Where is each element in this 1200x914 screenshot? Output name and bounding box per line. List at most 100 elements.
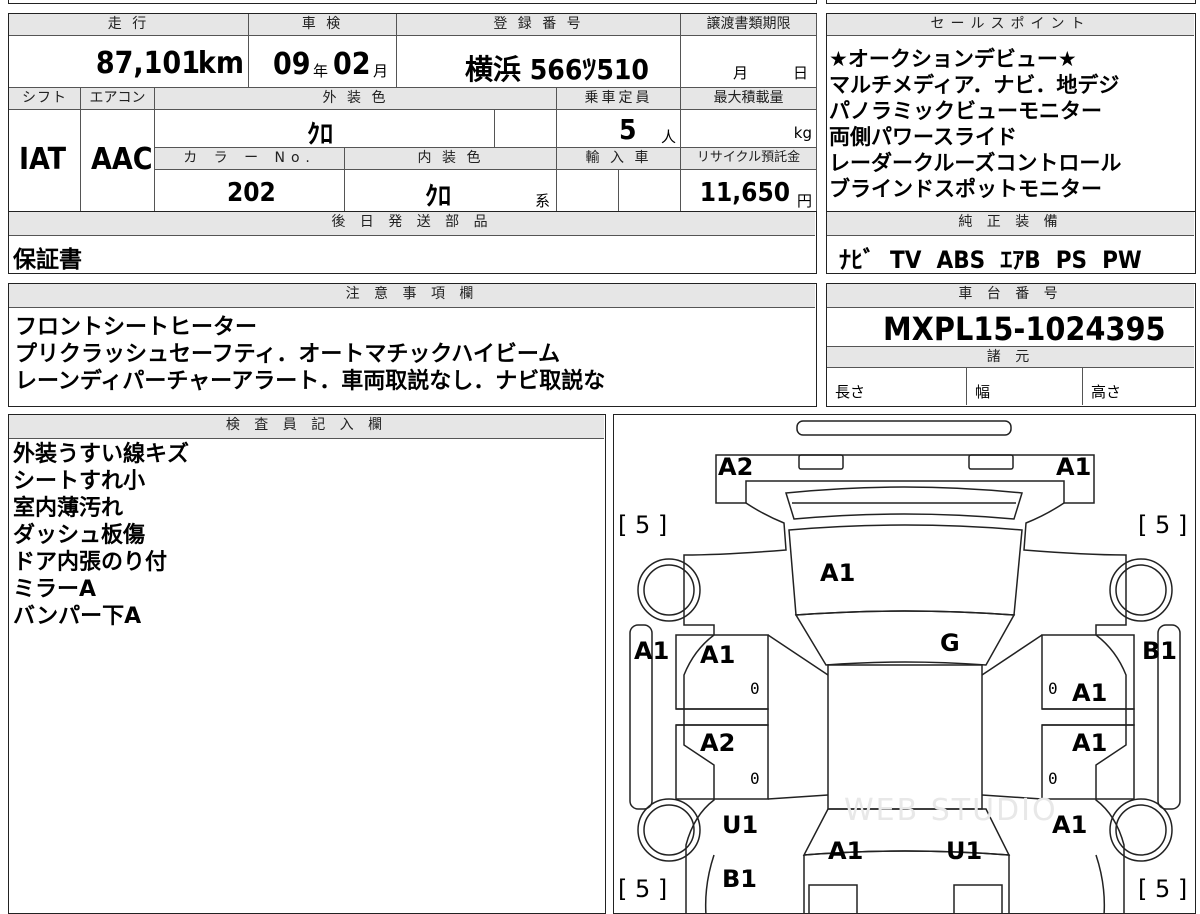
notes-line: プリクラッシュセーフティ．オートマチックハイビーム	[15, 342, 561, 367]
width-cell: 幅	[967, 368, 1083, 405]
capacity-header: 乗車定員	[557, 88, 681, 110]
genuine-equipment-value: ﾅﾋﾞ TV ABS ｴｱB PS PW	[839, 246, 1142, 274]
shift-cell: IAT	[9, 110, 81, 212]
mark-front-right-corner: A1	[1056, 453, 1092, 481]
aircon-cell: AAC	[81, 110, 155, 212]
reg-header: 登 録 番 号	[397, 14, 681, 36]
inspector-line: バンパー下A	[13, 604, 142, 629]
inspector-header: 検 査 員 記 入 欄	[9, 415, 604, 439]
chassis-value: MXPL15-1024395	[883, 310, 1166, 348]
exterior-extra-cell	[495, 110, 557, 148]
sales-point-item: 両側パワースライド	[829, 125, 1017, 149]
transfer-month-unit: 月	[733, 64, 749, 82]
import-cell-b	[619, 170, 681, 212]
exterior-cell: ｸﾛ	[155, 110, 495, 150]
inspection-year: 09	[273, 47, 311, 82]
notes-panel: 注 意 事 項 欄 フロントシートヒーター プリクラッシュセーフティ．オートマチ…	[8, 283, 817, 407]
notes-header: 注 意 事 項 欄	[9, 284, 815, 308]
color-no-cell: 202	[155, 170, 345, 212]
tire-front-right: [ 5 ]	[1138, 511, 1188, 539]
transfer-cell: 月 日	[681, 36, 817, 88]
tire-rear-right: [ 5 ]	[1138, 875, 1188, 903]
capacity-value: 5	[619, 113, 637, 146]
mark-right-front-door: A1	[1072, 679, 1108, 707]
mileage-cell: 87,101 km	[9, 36, 249, 88]
sales-point-item: マルチメディア．ナビ．地デジ	[829, 73, 1120, 97]
mark-rear-left: A1	[828, 837, 864, 865]
reg-cell: 横浜 566ﾂ510	[397, 36, 681, 88]
mileage-unit: km	[197, 46, 244, 81]
reg-number: 横浜 566ﾂ510	[465, 53, 649, 86]
shift-value: IAT	[19, 142, 67, 177]
notes-line: レーンディパーチャーアラート．車両取説なし．ナビ取説な	[15, 369, 606, 394]
inspection-cell: 09 年 02 月	[249, 36, 397, 88]
sales-point-item: ブラインドスポットモニター	[829, 177, 1102, 201]
capacity-cell: 5 人	[557, 110, 681, 148]
color-no-header: カ ラ ー No.	[155, 148, 345, 170]
mileage-value: 87,101	[95, 46, 200, 81]
height-label: 高さ	[1091, 383, 1122, 401]
top-partial-strip	[8, 0, 817, 4]
inspection-month: 02	[333, 47, 371, 82]
mark-left-front-door: A1	[700, 641, 736, 669]
notes-list: フロントシートヒーター プリクラッシュセーフティ．オートマチックハイビーム レー…	[15, 314, 605, 395]
mark-right-rear-door: A1	[1072, 729, 1108, 757]
later-parts-value: 保証書	[13, 247, 82, 273]
aircon-header: エアコン	[81, 88, 155, 110]
genuine-equipment-panel: 純 正 装 備 ﾅﾋﾞ TV ABS ｴｱB PS PW	[826, 211, 1196, 274]
chassis-header: 車 台 番 号	[827, 284, 1194, 308]
inspector-line: 外装うすい線キズ	[13, 442, 190, 467]
mark-rear-right: U1	[946, 837, 983, 865]
import-header: 輸 入 車	[557, 148, 681, 170]
chassis-panel: 車 台 番 号 MXPL15-1024395 諸 元 長さ 幅 高さ	[826, 283, 1196, 407]
inspector-line: ドア内張のり付	[13, 550, 168, 575]
vehicle-info-panel: 走 行 車 検 登 録 番 号 譲渡書類期限 87,101 km 09 年 02…	[8, 13, 817, 212]
inspector-panel: 検 査 員 記 入 欄 外装うすい線キズ シートすれ小 室内薄汚れ ダッシュ板傷…	[8, 414, 606, 914]
mark-front-left-corner: A2	[718, 453, 754, 481]
interior-cell: ｸﾛ 系	[345, 170, 557, 212]
length-label: 長さ	[835, 383, 866, 401]
inspector-line: シートすれ小	[13, 469, 146, 494]
capacity-unit: 人	[661, 128, 677, 146]
interior-value: ｸﾛ	[425, 182, 452, 212]
notes-line: フロントシートヒーター	[15, 315, 258, 340]
mark-left-front-door-zero: 0	[750, 679, 760, 698]
mark-left-rear-door: A2	[700, 729, 736, 757]
mark-rear-bumper-left: B1	[722, 865, 757, 893]
inspector-line: 室内薄汚れ	[13, 496, 124, 521]
load-unit: kg	[793, 124, 812, 142]
recycle-value: 11,650	[699, 178, 790, 208]
mark-left-fender: A1	[634, 637, 670, 665]
sales-points-list: ★オークションデビュー★ マルチメディア．ナビ．地デジ パノラミックビューモニタ…	[829, 46, 1121, 202]
mileage-header: 走 行	[9, 14, 249, 36]
mark-left-rear-quarter: U1	[722, 811, 759, 839]
tire-rear-left: [ 5 ]	[618, 875, 668, 903]
genuine-equipment-header: 純 正 装 備	[827, 212, 1194, 236]
sales-point-item: パノラミックビューモニター	[829, 99, 1102, 123]
length-cell: 長さ	[827, 368, 967, 405]
mark-left-rear-door-zero: 0	[750, 769, 760, 788]
year-unit: 年	[313, 62, 329, 80]
watermark: WEB STUDIO	[844, 793, 1058, 828]
width-label: 幅	[975, 383, 991, 401]
later-parts-panel: 後 日 発 送 部 品 保証書	[8, 211, 817, 274]
month-unit: 月	[373, 62, 389, 80]
import-cell-a	[557, 170, 619, 212]
spec-header: 諸 元	[827, 346, 1194, 368]
mark-windshield: G	[940, 629, 960, 657]
load-header: 最大積載量	[681, 88, 817, 110]
shift-header: シフト	[9, 88, 81, 110]
aircon-value: AAC	[91, 142, 153, 177]
mark-right-rear-door-zero: 0	[1048, 769, 1058, 788]
recycle-cell: 11,650 円	[681, 170, 817, 212]
height-cell: 高さ	[1083, 368, 1194, 405]
load-cell: kg	[681, 110, 817, 148]
inspector-line: ミラーA	[13, 577, 97, 602]
recycle-header: リサイクル預託金	[681, 148, 817, 170]
top-partial-strip-right	[826, 0, 1196, 4]
inspection-header: 車 検	[249, 14, 397, 36]
transfer-day-unit: 日	[793, 64, 809, 82]
exterior-header: 外 装 色	[155, 88, 557, 110]
mark-right-fender: B1	[1142, 637, 1177, 665]
mark-right-front-door-zero: 0	[1048, 679, 1058, 698]
